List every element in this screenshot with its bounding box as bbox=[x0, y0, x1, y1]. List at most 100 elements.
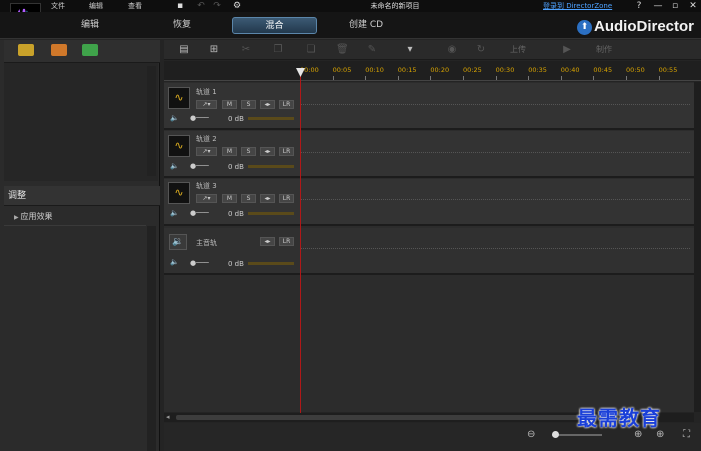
solo-button[interactable]: S bbox=[241, 100, 256, 109]
mute-button[interactable]: M bbox=[222, 147, 237, 156]
help-button[interactable]: ? bbox=[633, 0, 645, 12]
playhead-line[interactable] bbox=[300, 70, 301, 413]
track-fx-button[interactable]: ↗▾ bbox=[196, 147, 217, 156]
ruler-tick-mark bbox=[365, 76, 367, 80]
stereo-button[interactable]: LR bbox=[279, 194, 294, 203]
ruler-tick-mark bbox=[397, 76, 399, 80]
login-directorzone-link[interactable]: 登录到 DirectorZone bbox=[543, 0, 612, 12]
marker-dropdown-icon[interactable]: ▾ bbox=[397, 44, 423, 55]
menu-edit[interactable]: 编辑 bbox=[89, 0, 103, 12]
track-fx-button[interactable]: ↗▾ bbox=[196, 100, 217, 109]
scroll-left-icon[interactable]: ◂ bbox=[166, 413, 170, 421]
pan-button[interactable]: ◂▸ bbox=[260, 194, 275, 203]
produce-button[interactable]: 制作 bbox=[596, 44, 612, 56]
volume-slider[interactable]: ●─── bbox=[190, 162, 209, 170]
tab-create-cd[interactable]: 创建 CD bbox=[338, 17, 394, 34]
refresh-icon[interactable]: ↻ bbox=[475, 44, 487, 55]
volume-value: 0 dB bbox=[228, 260, 244, 268]
mute-button[interactable]: M bbox=[222, 100, 237, 109]
track-area-vertical-scrollbar[interactable] bbox=[694, 82, 701, 412]
speaker-icon: 🔈 bbox=[170, 209, 179, 217]
adjust-panel-header: 调整 bbox=[4, 186, 160, 206]
track-waveform-icon: ∿ bbox=[168, 135, 190, 157]
audiodirector-window: 文件 编辑 查看 ▪ ↶ ↷ ⚙ 未命名的新项目 登录到 DirectorZon… bbox=[0, 0, 701, 451]
solo-button[interactable]: S bbox=[241, 194, 256, 203]
track-waveform-icon: ∿ bbox=[168, 87, 190, 109]
track-guide-line bbox=[300, 104, 690, 105]
minimize-icon[interactable]: — bbox=[652, 0, 664, 12]
menu-view[interactable]: 查看 bbox=[128, 0, 142, 12]
ruler-tick-label: 00:50 bbox=[626, 66, 645, 74]
apply-effects-label: 应用效果 bbox=[20, 212, 53, 221]
speaker-icon: 🔈 bbox=[170, 162, 179, 170]
level-meter bbox=[248, 262, 294, 265]
import-folder-icon[interactable] bbox=[18, 44, 34, 56]
ruler-tick-mark bbox=[593, 76, 595, 80]
upload-button[interactable]: 上传 bbox=[510, 44, 526, 56]
cut-icon[interactable]: ✂ bbox=[240, 44, 252, 55]
project-title: 未命名的新项目 bbox=[370, 2, 420, 10]
save-icon[interactable]: ▪ bbox=[174, 0, 186, 12]
apply-effects-item[interactable]: ▶ 应用效果 bbox=[4, 208, 146, 226]
volume-value: 0 dB bbox=[228, 115, 244, 123]
zoom-out-icon[interactable]: ⊖ bbox=[527, 429, 535, 440]
close-icon[interactable]: ✕ bbox=[687, 0, 699, 12]
maximize-icon[interactable]: ▫ bbox=[669, 0, 681, 12]
ruler-tick-mark bbox=[430, 76, 432, 80]
pen-icon[interactable]: ✎ bbox=[366, 44, 378, 55]
undo-icon[interactable]: ↶ bbox=[195, 0, 207, 12]
ruler-tick-label: 00:05 bbox=[332, 66, 352, 74]
zoom-slider-thumb[interactable] bbox=[552, 431, 559, 438]
refresh-media-icon[interactable] bbox=[82, 44, 98, 56]
brand-name: AudioDirector bbox=[594, 18, 695, 35]
track-name[interactable]: 轨道 2 bbox=[196, 134, 217, 144]
pan-button[interactable]: ◂▸ bbox=[260, 100, 275, 109]
track-guide-line bbox=[300, 248, 690, 249]
ruler-tick-label: 00:45 bbox=[593, 66, 613, 74]
open-folder-icon[interactable] bbox=[51, 44, 67, 56]
menu-file[interactable]: 文件 bbox=[51, 0, 65, 12]
solo-button[interactable]: S bbox=[241, 147, 256, 156]
horizontal-scroll-thumb[interactable] bbox=[176, 415, 596, 420]
track-name[interactable]: 轨道 1 bbox=[196, 87, 217, 97]
record-icon[interactable]: ◉ bbox=[446, 44, 458, 55]
ruler-tick-label: 00:35 bbox=[528, 66, 547, 74]
brand-arrow-icon: ⬆ bbox=[577, 20, 592, 35]
adjust-panel-scrollbar[interactable] bbox=[147, 226, 156, 451]
stereo-button[interactable]: LR bbox=[279, 147, 294, 156]
mute-button[interactable]: M bbox=[222, 194, 237, 203]
pan-button[interactable]: ◂▸ bbox=[260, 147, 275, 156]
zoom-slider-track[interactable] bbox=[552, 434, 602, 436]
add-track-icon[interactable]: ⊞ bbox=[208, 44, 220, 55]
tab-mix[interactable]: 混合 bbox=[232, 17, 317, 34]
media-library[interactable] bbox=[4, 63, 158, 181]
delete-icon[interactable]: 🗑 bbox=[336, 44, 349, 55]
track-waveform-icon: ∿ bbox=[168, 182, 190, 204]
speaker-icon: 🔈 bbox=[170, 258, 179, 266]
track-fx-button[interactable]: ↗▾ bbox=[196, 194, 217, 203]
pan-button[interactable]: ◂▸ bbox=[260, 237, 275, 246]
ruler-tick-label: 00:30 bbox=[495, 66, 515, 74]
level-meter bbox=[248, 117, 294, 120]
tab-restore[interactable]: 恢复 bbox=[152, 17, 212, 34]
ruler-tick-mark bbox=[332, 76, 334, 80]
stereo-button[interactable]: LR bbox=[279, 237, 294, 246]
stereo-button[interactable]: LR bbox=[279, 100, 294, 109]
ruler-tick-mark bbox=[626, 76, 627, 80]
track-name[interactable]: 轨道 3 bbox=[196, 181, 217, 191]
track-guide-line bbox=[300, 152, 690, 153]
new-file-icon[interactable]: ▤ bbox=[178, 44, 190, 55]
volume-slider[interactable]: ●─── bbox=[190, 114, 209, 122]
volume-slider[interactable]: ●─── bbox=[190, 209, 209, 217]
master-track-name[interactable]: 主音轨 bbox=[196, 238, 217, 248]
copy-icon[interactable]: ❐ bbox=[272, 44, 284, 55]
produce-icon[interactable]: ▶ bbox=[561, 44, 573, 55]
volume-slider[interactable]: ●─── bbox=[190, 259, 209, 267]
media-library-scrollbar[interactable] bbox=[147, 66, 156, 176]
redo-icon[interactable]: ↷ bbox=[211, 0, 223, 12]
paste-icon[interactable]: ❏ bbox=[305, 44, 317, 55]
tab-edit[interactable]: 编辑 bbox=[60, 17, 120, 34]
ruler-tick-label: 00:25 bbox=[463, 66, 482, 74]
fullscreen-icon[interactable]: ⛶ bbox=[683, 429, 690, 440]
settings-gear-icon[interactable]: ⚙ bbox=[231, 0, 243, 12]
